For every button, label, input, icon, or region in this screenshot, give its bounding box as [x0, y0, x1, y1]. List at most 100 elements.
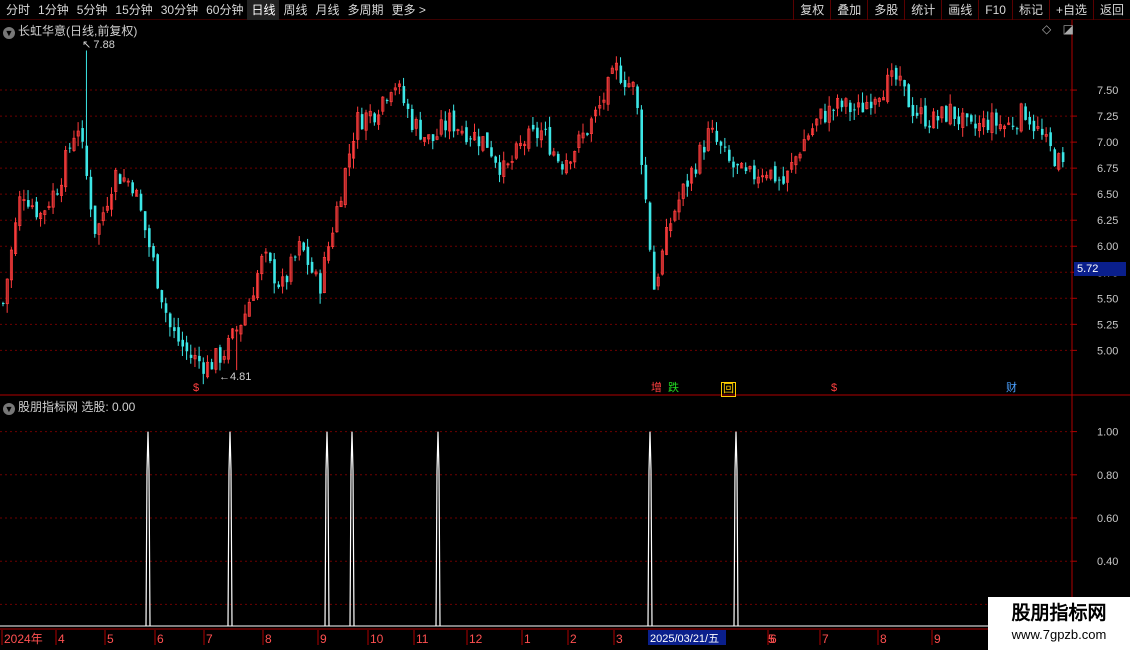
candle-body	[85, 145, 89, 176]
marker-cai[interactable]: 财	[1005, 382, 1018, 395]
candle-body	[544, 128, 548, 130]
period-tab-8[interactable]: 月线	[312, 0, 344, 20]
candle-body	[1040, 128, 1044, 135]
candle-body	[385, 100, 389, 102]
candle-body	[723, 146, 727, 148]
period-tab-10[interactable]: 更多 >	[388, 0, 430, 20]
candle-body	[68, 147, 72, 149]
chevron-down-icon[interactable]: ▼	[3, 403, 15, 415]
toolbar-button-1[interactable]: 叠加	[830, 0, 867, 20]
diamond-icon[interactable]: ◇	[1042, 22, 1051, 36]
candle-body	[164, 303, 168, 313]
marker-dollar[interactable]: $	[192, 382, 200, 395]
candle-body	[907, 84, 911, 108]
toolbar-button-0[interactable]: 复权	[793, 0, 830, 20]
marker-hui[interactable]: 回	[721, 382, 736, 397]
candle-body	[928, 125, 931, 128]
candle-body	[173, 327, 176, 332]
candle-body	[623, 80, 627, 88]
candle-body	[1053, 149, 1057, 167]
candle-body	[903, 80, 906, 87]
candle-body	[419, 119, 422, 140]
candle-body	[285, 276, 289, 283]
toolbar-button-6[interactable]: 标记	[1011, 0, 1049, 20]
candle-body	[736, 163, 739, 166]
signal-spike	[145, 431, 151, 627]
period-tab-9[interactable]: 多周期	[344, 0, 388, 20]
signal-spike	[349, 431, 355, 627]
period-tab-3[interactable]: 15分钟	[111, 0, 156, 20]
candle-body	[561, 164, 564, 170]
signal-spike	[647, 431, 653, 627]
period-tab-5[interactable]: 60分钟	[202, 0, 247, 20]
candle-body	[273, 259, 276, 284]
signal-spike	[733, 431, 739, 627]
date-label: 4	[58, 632, 65, 646]
date-label: 7	[206, 632, 213, 646]
candle-body	[1061, 152, 1065, 163]
candle-body	[531, 124, 535, 130]
candle-body	[911, 104, 915, 116]
period-tab-1[interactable]: 1分钟	[34, 0, 73, 20]
candle-body	[619, 65, 623, 83]
indicator-panel-title[interactable]: ▼ 股朋指标网 选股: 0.00	[3, 398, 135, 415]
candle-body	[853, 109, 856, 111]
toolbar-button-2[interactable]: 多股	[867, 0, 904, 20]
candle-body	[548, 127, 552, 155]
indicator-tick-label: 0.60	[1097, 513, 1118, 525]
main-panel-title[interactable]: ▼ 长虹华意(日线,前复权)	[3, 22, 137, 39]
candle-body	[1028, 116, 1032, 125]
candle-body	[823, 110, 827, 123]
candle-body	[465, 127, 468, 143]
highlight-date-label: 2025/03/21/五	[650, 633, 719, 645]
current-price-tag: 5.72	[1074, 262, 1126, 276]
marker-dollar[interactable]: $	[830, 382, 838, 395]
candle-body	[81, 128, 84, 142]
watermark-title: 股朋指标网	[1011, 603, 1107, 624]
grid-lines	[0, 89, 1072, 605]
marker-zeng[interactable]: 增	[650, 382, 663, 395]
candle-body	[156, 254, 159, 289]
period-tabs: 分时 1分钟 5分钟 15分钟 30分钟 60分钟 日线 周线 月线 多周期 更多 >	[2, 0, 430, 20]
toolbar-button-3[interactable]: 统计	[904, 0, 941, 20]
period-tab-4[interactable]: 30分钟	[157, 0, 202, 20]
candle-body	[218, 347, 222, 363]
toolbar-button-4[interactable]: 画线	[941, 0, 978, 20]
candle-body	[536, 127, 539, 139]
toolbar-button-8[interactable]: 返回	[1092, 0, 1130, 20]
candle-body	[732, 161, 735, 168]
candle-body	[744, 167, 748, 172]
price-tick-label: 6.25	[1097, 215, 1118, 227]
toolbar-button-5[interactable]: F10	[978, 0, 1012, 20]
candle-body	[694, 169, 698, 174]
chevron-down-icon[interactable]: ▼	[3, 27, 15, 39]
candle-body	[444, 120, 447, 131]
period-tab-7[interactable]: 周线	[279, 0, 311, 20]
candle-body	[1032, 120, 1036, 132]
candle-body	[869, 101, 873, 109]
signal-spikes	[0, 431, 1072, 627]
candle-body	[431, 134, 435, 142]
candle-body	[306, 246, 310, 265]
candle-body	[636, 86, 639, 108]
high-annotation: ↖ 7.88	[82, 39, 115, 51]
price-tick-label: 6.50	[1097, 189, 1118, 201]
candle-body	[152, 245, 155, 258]
marker-die[interactable]: 跌	[667, 382, 680, 395]
toolbar-button-7[interactable]: +自选	[1048, 0, 1093, 20]
period-tab-0[interactable]: 分时	[2, 0, 34, 20]
right-toolbar: 复权 叠加 多股 统计 画线 F10 标记 +自选 返回	[793, 0, 1130, 20]
candle-body	[277, 284, 280, 288]
period-tab-2[interactable]: 5分钟	[73, 0, 112, 20]
window-toggle-icon[interactable]: ◪	[1063, 22, 1074, 36]
candle-body	[406, 103, 410, 109]
candle-body	[1024, 106, 1027, 120]
candlesticks	[2, 50, 1065, 385]
candle-body	[319, 273, 322, 294]
period-tab-6[interactable]: 日线	[247, 0, 280, 20]
candle-body	[35, 201, 38, 218]
candle-body	[93, 205, 97, 234]
indicator-tick-label: 0.80	[1097, 470, 1118, 482]
candle-body	[469, 138, 472, 140]
candle-body	[953, 106, 956, 120]
